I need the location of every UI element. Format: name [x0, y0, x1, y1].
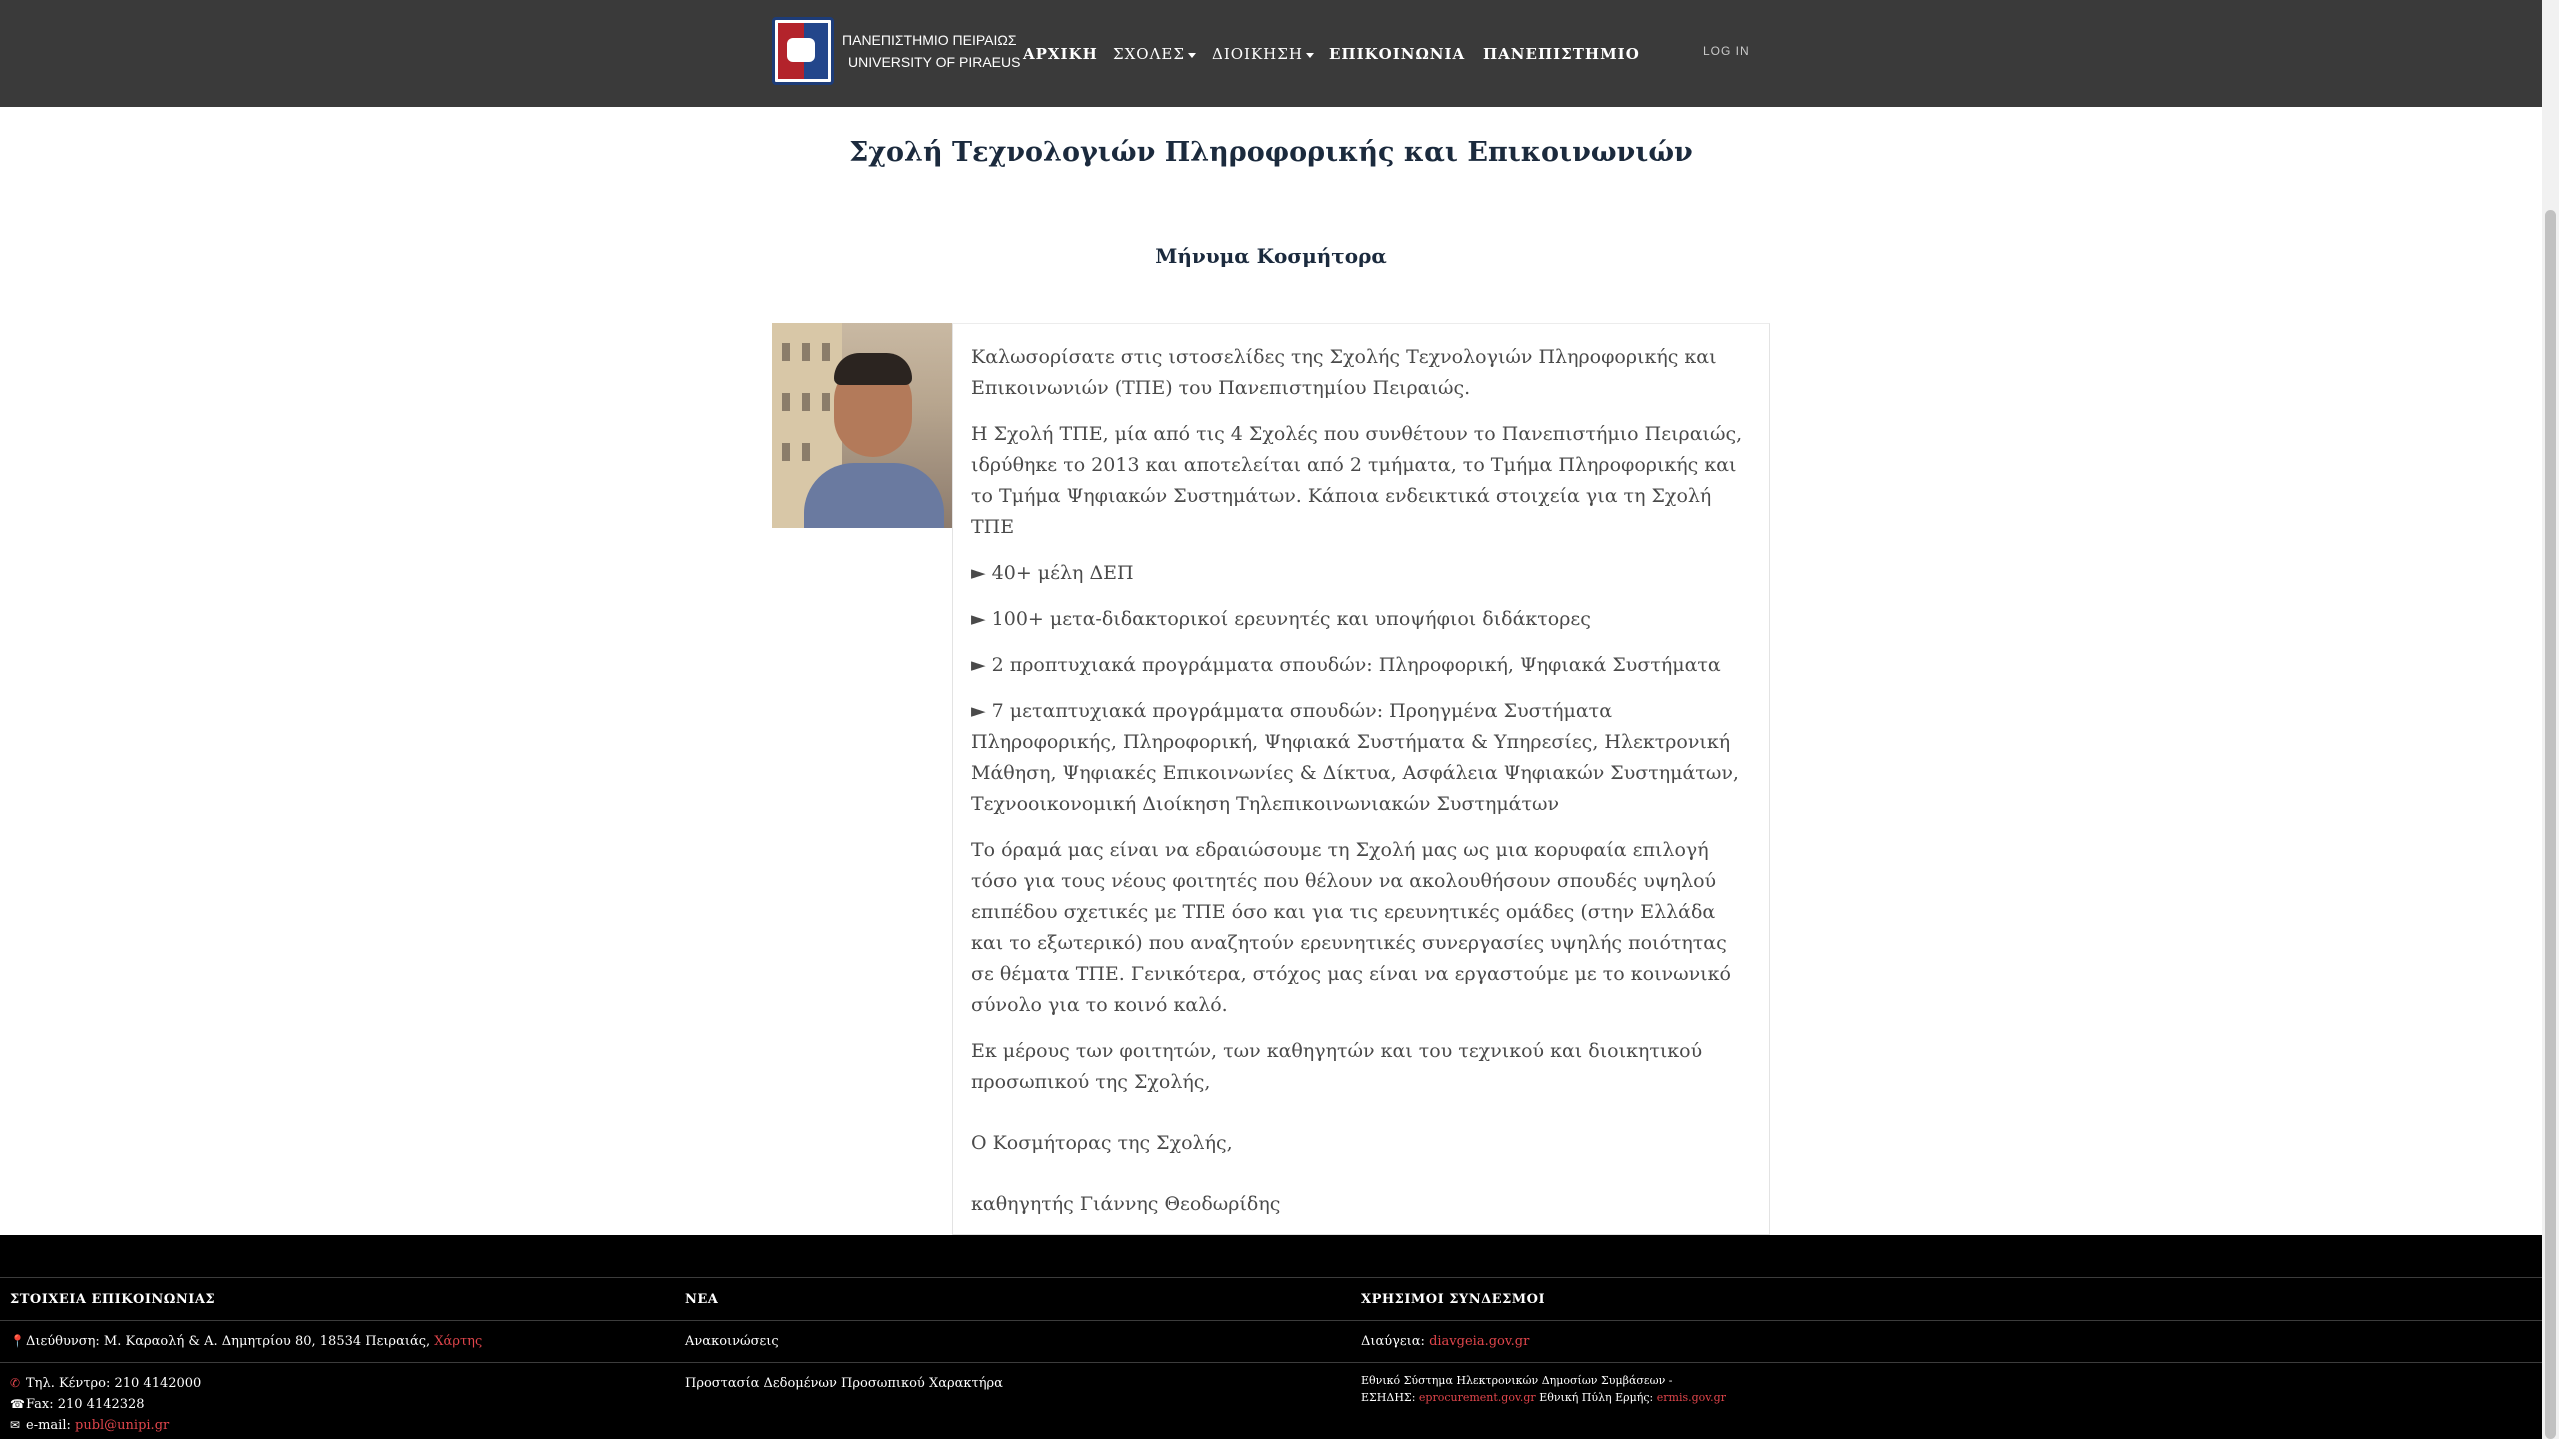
nav-home[interactable]: ΑΡΧΙΚΗ	[1023, 40, 1098, 68]
message-bullet: ► 7 μεταπτυχιακά προγράμματα σπουδών: Πρ…	[971, 700, 1739, 815]
map-pin-icon: 📍	[10, 1334, 25, 1348]
nav-administration-dropdown[interactable]: ΔΙΟΙΚΗΣΗ	[1212, 40, 1314, 68]
footer-news-heading: ΝΕΑ	[685, 1292, 719, 1307]
footer-email-link[interactable]: publ@unipi.gr	[75, 1418, 169, 1433]
message-paragraph: Εκ μέρους των φοιτητών, των καθηγητών κα…	[971, 1040, 1703, 1093]
footer-ermis-link[interactable]: ermis.gov.gr	[1657, 1391, 1726, 1404]
footer-email-label: e-mail:	[26, 1418, 71, 1433]
footer-diavgeia-label: Διαύγεια:	[1361, 1334, 1425, 1349]
footer-news-announcements[interactable]: Ανακοινώσεις	[685, 1334, 779, 1349]
footer-address-text: Διεύθυνση: Μ. Καραολή & Α. Δημητρίου 80,…	[26, 1334, 431, 1349]
nav-schools-label: ΣΧΟΛΕΣ	[1113, 45, 1185, 63]
footer-esidis-label: ΕΣΗΔΗΣ:	[1361, 1391, 1416, 1404]
chevron-down-icon	[1305, 52, 1314, 58]
footer-diavgeia: Διαύγεια: diavgeia.gov.gr	[1361, 1334, 1529, 1349]
footer-map-link[interactable]: Χάρτης	[434, 1334, 482, 1349]
chevron-down-icon	[1187, 52, 1196, 58]
footer-esidis-line1: Εθνικό Σύστημα Ηλεκτρονικών Δημοσίων Συμ…	[1361, 1374, 1673, 1387]
message-paragraph: Καλωσορίσατε στις ιστοσελίδες της Σχολής…	[971, 346, 1717, 399]
nav-administration-label: ΔΙΟΙΚΗΣΗ	[1212, 45, 1303, 63]
footer-address: 📍Διεύθυνση: Μ. Καραολή & Α. Δημητρίου 80…	[10, 1334, 482, 1349]
footer-phone: ✆ Τηλ. Κέντρο: 210 4142000	[10, 1376, 201, 1391]
university-logo[interactable]: ΠΑΝΕΠΙΣΤΗΜΙΟ ΠΕΙΡΑΙΩΣ UNIVERSITY OF PIRA…	[772, 17, 1020, 85]
dean-message: Καλωσορίσατε στις ιστοσελίδες της Σχολής…	[952, 323, 1770, 1235]
fax-icon: ☎	[10, 1397, 25, 1411]
footer-esidis-link[interactable]: eprocurement.gov.gr	[1419, 1391, 1536, 1404]
footer-news-privacy[interactable]: Προστασία Δεδομένων Προσωπικού Χαρακτήρα	[685, 1376, 1003, 1391]
page-title: Σχολή Τεχνολογιών Πληροφορικής και Επικο…	[849, 137, 1693, 168]
message-bullet: ► 40+ μέλη ΔΕΠ	[971, 562, 1134, 584]
brand-name-greek: ΠΑΝΕΠΙΣΤΗΜΙΟ ΠΕΙΡΑΙΩΣ	[842, 32, 1017, 48]
login-link[interactable]: LOG IN	[1703, 44, 1750, 58]
nav-university[interactable]: ΠΑΝΕΠΙΣΤΗΜΙΟ	[1483, 40, 1640, 68]
footer-diavgeia-link[interactable]: diavgeia.gov.gr	[1429, 1334, 1529, 1349]
footer: ΣΤΟΙΧΕΙΑ ΕΠΙΚΟΙΝΩΝΙΑΣ ΝΕΑ ΧΡΗΣΙΜΟΙ ΣΥΝΔΕ…	[0, 1235, 2542, 1439]
dean-photo	[772, 323, 952, 528]
message-paragraph: Η Σχολή ΤΠΕ, μία από τις 4 Σχολές που συ…	[971, 423, 1743, 538]
nav-schools-dropdown[interactable]: ΣΧΟΛΕΣ	[1113, 40, 1196, 68]
envelope-icon: ✉	[10, 1418, 21, 1432]
message-bullet: ► 2 προπτυχιακά προγράμματα σπουδών: Πλη…	[971, 654, 1721, 676]
footer-phone-text: Τηλ. Κέντρο: 210 4142000	[26, 1376, 202, 1391]
scrollbar-thumb[interactable]	[2545, 210, 2556, 1439]
brand-name-english: UNIVERSITY OF PIRAEUS	[848, 54, 1021, 70]
footer-esidis-line2: ΕΣΗΔΗΣ: eprocurement.gov.gr Εθνική Πύλη …	[1361, 1391, 1726, 1404]
footer-ermis-label: Εθνική Πύλη Ερμής:	[1539, 1391, 1654, 1404]
footer-links-heading: ΧΡΗΣΙΜΟΙ ΣΥΝΔΕΣΜΟΙ	[1361, 1292, 1546, 1307]
footer-fax-text: Fax: 210 4142328	[26, 1397, 145, 1412]
page-scrollbar[interactable]	[2542, 0, 2559, 1439]
message-signature-name: καθηγητής Γιάννης Θεοδωρίδης	[971, 1193, 1281, 1215]
top-navbar: ΠΑΝΕΠΙΣΤΗΜΙΟ ΠΕΙΡΑΙΩΣ UNIVERSITY OF PIRA…	[0, 0, 2542, 107]
message-signature-title: Ο Κοσμήτορας της Σχολής,	[971, 1132, 1233, 1154]
footer-fax: ☎Fax: 210 4142328	[10, 1397, 145, 1412]
message-paragraph: Το όραμά μας είναι να εδραιώσουμε τη Σχο…	[971, 839, 1731, 1016]
footer-contact-heading: ΣΤΟΙΧΕΙΑ ΕΠΙΚΟΙΝΩΝΙΑΣ	[10, 1292, 216, 1307]
phone-icon: ✆	[10, 1376, 21, 1390]
message-bullet: ► 100+ μετα-διδακτορικοί ερευνητές και υ…	[971, 608, 1591, 630]
footer-email: ✉ e-mail: publ@unipi.gr	[10, 1418, 169, 1433]
nav-contact[interactable]: ΕΠΙΚΟΙΝΩΝΙΑ	[1329, 40, 1465, 68]
page-subtitle: Μήνυμα Κοσμήτορα	[1155, 244, 1387, 268]
university-crest-icon	[772, 17, 834, 85]
